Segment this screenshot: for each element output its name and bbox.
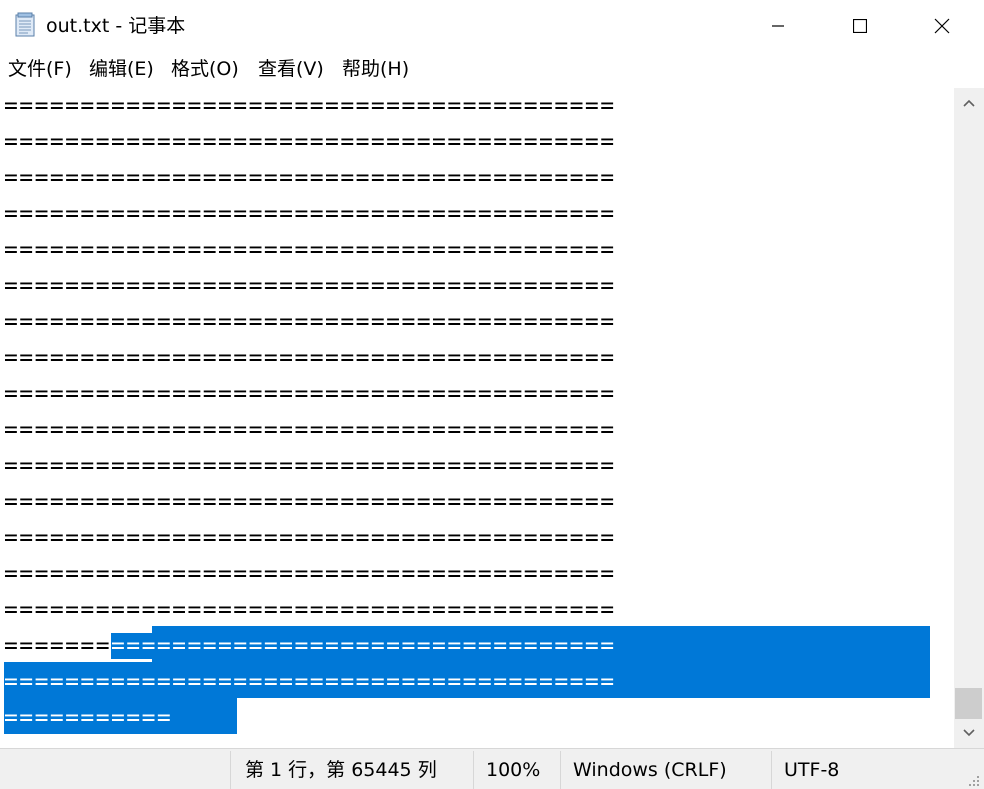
text-line: ======================================== [4,525,616,551]
menu-view[interactable]: 查看(V) [258,56,324,82]
close-button[interactable] [902,0,982,52]
text-line: ======================================== [4,345,616,371]
menu-help[interactable]: 帮助(H) [342,56,409,82]
status-divider [560,751,561,789]
selected-text-line: =========== [4,705,173,731]
text-line: ======================================== [4,165,616,191]
maximize-icon [853,19,867,33]
window-title: out.txt - 记事本 [46,15,186,37]
scrollbar-thumb[interactable] [955,688,982,719]
text-line: ======================================== [4,417,616,443]
text-line: ======================================== [4,93,616,119]
text-line: ======================================== [4,237,616,263]
menu-format[interactable]: 格式(O) [171,56,239,82]
encoding: UTF-8 [784,759,840,781]
scroll-up-button[interactable] [954,88,984,118]
close-icon [934,18,950,34]
status-divider [771,751,772,789]
text-line: ======================================== [4,453,616,479]
scroll-down-button[interactable] [954,718,984,748]
text-line: ======================================== [4,597,616,623]
text-line: ======================================== [4,381,616,407]
minimize-button[interactable] [738,0,818,52]
text-segment: ======= [4,633,112,659]
status-divider [473,751,474,789]
minimize-icon [772,25,784,27]
zoom-level: 100% [486,759,541,781]
text-line: ======================================== [4,129,616,155]
chevron-up-icon [963,99,975,107]
line-ending: Windows (CRLF) [573,759,727,781]
selected-text: ================================= [111,633,616,659]
selected-text-line: ======================================== [4,669,616,695]
notepad-icon [15,12,35,37]
cursor-position: 第 1 行，第 65445 列 [245,759,437,781]
chevron-down-icon [963,729,975,737]
text-line: ======================================== [4,489,616,515]
maximize-button[interactable] [820,0,900,52]
text-line: ======================================== [4,201,616,227]
status-bar: 第 1 行，第 65445 列 100% Windows (CRLF) UTF-… [0,748,984,789]
menu-file[interactable]: 文件(F) [8,56,72,82]
text-line: ======================================== [4,309,616,335]
text-line: ======================================== [4,561,616,587]
menu-edit[interactable]: 编辑(E) [89,56,154,82]
text-line: ======================================== [4,273,616,299]
resize-grip-icon[interactable] [966,773,980,787]
text-line: ======================================== [4,628,616,664]
title-bar[interactable]: out.txt - 记事本 [0,0,984,52]
vertical-scrollbar[interactable] [954,88,984,748]
status-divider [230,751,231,789]
menu-bar: 文件(F) 编辑(E) 格式(O) 查看(V) 帮助(H) [0,52,984,88]
text-editor[interactable]: ========================================… [0,88,954,748]
